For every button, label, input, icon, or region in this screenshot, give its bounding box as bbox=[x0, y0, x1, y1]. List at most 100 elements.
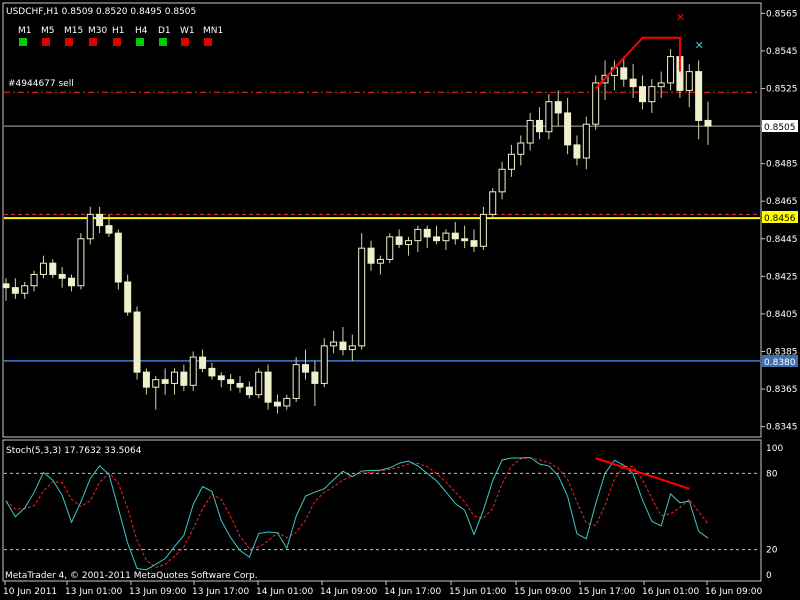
time-axis-label: 13 Jun 01:00 bbox=[65, 587, 122, 597]
candle-body bbox=[330, 341, 338, 347]
take-profit-icon[interactable]: ✕ bbox=[695, 39, 704, 52]
timeframe-label-h1[interactable]: H1 bbox=[112, 26, 125, 36]
candle-body bbox=[423, 228, 431, 238]
candle bbox=[320, 338, 328, 388]
candle-body bbox=[199, 356, 207, 369]
candle-body bbox=[114, 232, 122, 283]
candle-body bbox=[77, 238, 85, 287]
candle-body bbox=[283, 397, 291, 407]
candle-body bbox=[358, 247, 366, 347]
candle-body bbox=[236, 382, 244, 388]
stoch-axis-label: 80 bbox=[766, 469, 778, 479]
candle-body bbox=[2, 283, 10, 289]
candle-body bbox=[582, 123, 590, 159]
candle bbox=[386, 233, 394, 264]
candle-body bbox=[685, 71, 693, 91]
candle bbox=[358, 233, 366, 350]
timeframe-status-mn1[interactable] bbox=[204, 38, 212, 46]
candle-body bbox=[264, 371, 272, 403]
mt4-chart-window[interactable]: ✕ ✕ 100 80 20 0 0.8565 0.8545 0.8525 0.8505 0.84… bbox=[0, 0, 800, 600]
timeframe-label-w1[interactable]: W1 bbox=[180, 26, 195, 36]
candle-body bbox=[58, 273, 66, 279]
candle-body bbox=[161, 379, 169, 384]
timeframe-status-m30[interactable] bbox=[89, 38, 97, 46]
price-axis-label: 0.8525 bbox=[766, 85, 798, 95]
candle-body bbox=[404, 240, 412, 245]
candle-body bbox=[517, 142, 525, 155]
price-axis-label: 0.8545 bbox=[766, 47, 798, 57]
timeframe-status-m1[interactable] bbox=[19, 38, 27, 46]
timeframe-status-d1[interactable] bbox=[159, 38, 167, 46]
timeframe-label-h4[interactable]: H4 bbox=[135, 26, 148, 36]
candle-body bbox=[461, 238, 469, 242]
time-axis-label: 15 Jun 17:00 bbox=[578, 587, 635, 597]
timeframe-label-m30[interactable]: M30 bbox=[88, 26, 107, 36]
stoch-axis-label: 20 bbox=[766, 546, 778, 556]
yellow-level-label: 0.8456 bbox=[764, 214, 796, 224]
close-order-icon[interactable]: ✕ bbox=[676, 11, 685, 24]
candle-body bbox=[442, 232, 450, 242]
timeframe-label-mn1[interactable]: MN1 bbox=[203, 26, 223, 36]
candle-body bbox=[39, 262, 47, 275]
candle-body bbox=[657, 82, 665, 88]
candle bbox=[255, 368, 263, 399]
candle-body bbox=[180, 371, 188, 386]
candle-body bbox=[49, 262, 57, 275]
timeframe-label-m1[interactable]: M1 bbox=[18, 26, 32, 36]
time-axis-label: 14 Jun 01:00 bbox=[256, 587, 313, 597]
time-axis-label: 10 Jun 2011 bbox=[3, 587, 57, 597]
candle-body bbox=[339, 341, 347, 351]
candle-body bbox=[170, 371, 178, 384]
candle-body bbox=[227, 379, 235, 384]
candle-body bbox=[489, 191, 497, 215]
price-axis-label: 0.8365 bbox=[766, 385, 798, 395]
candle-body bbox=[620, 67, 628, 80]
timeframe-status-h1[interactable] bbox=[113, 38, 121, 46]
price-axis-label: 0.8565 bbox=[766, 9, 798, 19]
candle-body bbox=[96, 213, 104, 227]
candle-body bbox=[376, 258, 384, 264]
chart-title: USDCHF,H1 0.8509 0.8520 0.8495 0.8505 bbox=[6, 7, 196, 17]
price-axis-label: 0.8425 bbox=[766, 272, 798, 282]
candle-body bbox=[648, 86, 656, 103]
candle-body bbox=[414, 228, 422, 242]
candle-body bbox=[21, 285, 29, 294]
candle-body bbox=[124, 281, 132, 313]
main-price-pane[interactable] bbox=[2, 2, 762, 438]
price-axis-label: 0.8485 bbox=[766, 160, 798, 170]
time-axis-label: 16 Jun 01:00 bbox=[642, 587, 699, 597]
stochastic-title: Stoch(5,3,3) 17.7632 33.5064 bbox=[6, 446, 142, 456]
candle-body bbox=[320, 345, 328, 384]
candle-body bbox=[498, 168, 506, 193]
timeframe-status-m15[interactable] bbox=[65, 38, 73, 46]
time-axis-label: 15 Jun 01:00 bbox=[449, 587, 506, 597]
timeframe-label-m5[interactable]: M5 bbox=[41, 26, 55, 36]
candle-body bbox=[479, 213, 487, 247]
time-axis-label: 13 Jun 09:00 bbox=[129, 587, 186, 597]
candle bbox=[77, 233, 85, 290]
candle-body bbox=[395, 236, 403, 245]
candle-body bbox=[695, 71, 703, 121]
candle-body bbox=[573, 144, 581, 159]
timeframe-label-d1[interactable]: D1 bbox=[158, 26, 171, 36]
candle-body bbox=[217, 375, 225, 381]
candle-body bbox=[507, 153, 515, 170]
candle-body bbox=[68, 277, 76, 287]
candle-body bbox=[536, 119, 544, 133]
candle bbox=[592, 75, 600, 130]
time-axis-label: 16 Jun 09:00 bbox=[705, 587, 762, 597]
candle-body bbox=[629, 78, 637, 88]
candle-body bbox=[451, 232, 459, 240]
timeframe-status-w1[interactable] bbox=[181, 38, 189, 46]
price-axis-label: 0.8405 bbox=[766, 310, 798, 320]
timeframe-status-m5[interactable] bbox=[42, 38, 50, 46]
timeframe-status-h4[interactable] bbox=[136, 38, 144, 46]
candle-body bbox=[526, 119, 534, 144]
timeframe-label-m15[interactable]: M15 bbox=[64, 26, 83, 36]
candle-body bbox=[208, 367, 216, 377]
candle-body bbox=[302, 364, 310, 373]
stoch-axis-label: 100 bbox=[766, 444, 783, 454]
candle-body bbox=[189, 356, 197, 386]
bid-price-label: 0.8505 bbox=[764, 123, 796, 133]
candle-body bbox=[564, 112, 572, 146]
